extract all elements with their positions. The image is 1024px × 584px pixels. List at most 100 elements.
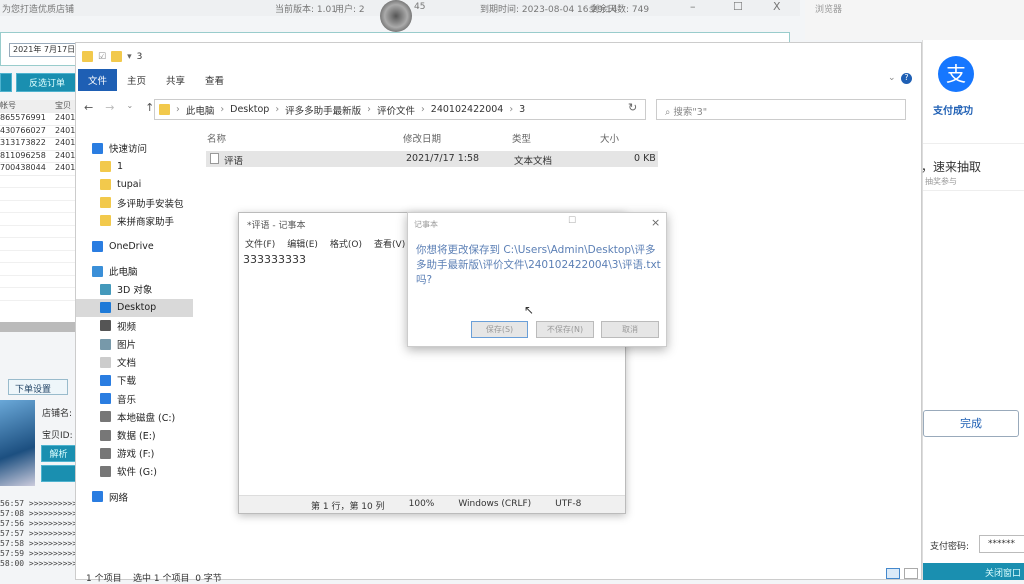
folder-icon: [100, 178, 111, 190]
nav-item[interactable]: 软件 (G:): [76, 462, 193, 480]
expand-ribbon-icon[interactable]: ⌄: [888, 73, 896, 83]
close-button[interactable]: X: [773, 0, 781, 13]
nav-item[interactable]: 多评助手安装包: [76, 194, 193, 212]
dialog-close-button[interactable]: ×: [651, 216, 660, 229]
breadcrumb-item[interactable]: 此电脑: [186, 103, 215, 117]
nav-item[interactable]: 图片: [76, 335, 193, 353]
maximize-icon: ☐: [568, 216, 577, 226]
table-row[interactable]: 811096258 2401: [0, 150, 76, 163]
ribbon-tab[interactable]: 共享: [156, 69, 195, 91]
menu-item[interactable]: 格式(O): [330, 237, 362, 250]
table-cell: 2401: [55, 113, 76, 122]
up-icon[interactable]: ↑: [145, 101, 154, 114]
chevron-right-icon: ›: [420, 104, 425, 115]
address-bar[interactable]: › 此电脑 › Desktop › 评多多助手最新版 › 评价文件 › 240102422004 ›…: [154, 99, 646, 120]
column-header[interactable]: 修改日期: [403, 131, 441, 145]
nav-item[interactable]: Desktop: [76, 298, 193, 317]
refresh-icon[interactable]: ↻: [628, 101, 637, 114]
details-view-icon[interactable]: [886, 568, 900, 579]
nav-item[interactable]: 3D 对象: [76, 280, 193, 298]
ribbon-tab[interactable]: 主页: [117, 69, 156, 91]
maximize-button[interactable]: ☐: [733, 0, 743, 13]
drive-icon: [100, 447, 111, 459]
column-header[interactable]: 名称: [207, 131, 226, 145]
nav-item[interactable]: 文档: [76, 353, 193, 371]
action-button[interactable]: [41, 465, 76, 482]
network-icon: [92, 491, 103, 503]
dont-save-button[interactable]: 不保存(N): [536, 321, 594, 338]
table-row[interactable]: 430766027 2401: [0, 125, 76, 138]
nav-item[interactable]: 音乐: [76, 390, 193, 408]
cancel-button[interactable]: 取消: [601, 321, 659, 338]
column-header[interactable]: 大小: [600, 131, 619, 145]
save-button[interactable]: 保存(S): [471, 321, 528, 338]
tab-order-settings[interactable]: 下单设置: [8, 379, 68, 395]
breadcrumb-item[interactable]: 评价文件: [377, 103, 415, 117]
table-row[interactable]: 313173822 2401: [0, 138, 76, 151]
breadcrumb-item[interactable]: 240102422004: [431, 104, 504, 115]
file-row[interactable]: 评语 2021/7/17 1:58 文本文档 0 KB: [206, 151, 658, 167]
menu-item[interactable]: 文件(F): [245, 237, 275, 250]
minimize-button[interactable]: –: [690, 0, 696, 13]
nav-item[interactable]: 下载: [76, 371, 193, 389]
nav-item[interactable]: 此电脑: [76, 262, 193, 280]
dropdown-icon[interactable]: ▾: [127, 52, 132, 62]
menu-item[interactable]: 查看(V): [374, 237, 405, 250]
nav-item[interactable]: tupai: [76, 175, 193, 193]
nav-item[interactable]: 1: [76, 157, 193, 175]
search-placeholder: 搜索"3": [673, 107, 708, 118]
forward-icon[interactable]: →: [105, 101, 114, 114]
table-cell: 700438044: [0, 163, 46, 172]
search-input[interactable]: ⌕ 搜索"3": [656, 99, 906, 120]
breadcrumb-item[interactable]: 3: [519, 104, 525, 115]
nav-item[interactable]: OneDrive: [76, 237, 193, 255]
ribbon-tab[interactable]: 查看: [195, 69, 234, 91]
drive-icon: [100, 429, 111, 441]
cube-icon: [100, 283, 111, 295]
nav-label: 视频: [117, 321, 137, 333]
ribbon-tab[interactable]: 文件: [78, 69, 118, 91]
done-button[interactable]: 完成: [923, 410, 1019, 437]
table-row[interactable]: 700438044 2401: [0, 163, 76, 176]
nav-item[interactable]: 来拼商家助手: [76, 212, 193, 230]
nav-label: 本地磁盘 (C:): [117, 412, 176, 424]
nav-label: 多评助手安装包: [117, 198, 184, 210]
nav-item[interactable]: 数据 (E:): [76, 426, 193, 444]
nav-item[interactable]: 网络: [76, 488, 193, 506]
new-folder-icon[interactable]: [111, 51, 123, 62]
picture-icon: [100, 338, 111, 350]
back-icon[interactable]: ←: [84, 101, 93, 114]
recent-icon[interactable]: ⌄: [126, 101, 133, 114]
table-cell: 811096258: [0, 150, 46, 160]
table-row[interactable]: 865576991 2401: [0, 113, 76, 126]
desktop-icon: [100, 302, 111, 314]
close-window-button[interactable]: 关闭窗口: [923, 563, 1024, 580]
properties-icon[interactable]: ☑: [98, 52, 106, 62]
nav-label: 游戏 (F:): [117, 449, 155, 461]
nav-item[interactable]: 本地磁盘 (C:): [76, 408, 193, 426]
nav-label: 音乐: [117, 394, 137, 406]
breadcrumb-item[interactable]: 评多多助手最新版: [285, 103, 361, 117]
large-icons-view-icon[interactable]: [904, 568, 918, 579]
text-area[interactable]: 333333333: [243, 253, 306, 266]
version: 当前版本: 1.01: [275, 5, 337, 15]
folder-icon: [82, 51, 93, 62]
password-input[interactable]: ******: [979, 535, 1024, 553]
nav-item[interactable]: 视频: [76, 317, 193, 335]
nav-label: OneDrive: [109, 240, 154, 252]
nav-item[interactable]: 快速访问: [76, 139, 193, 157]
window-title: 3: [136, 51, 143, 62]
table-cell: 2401: [55, 125, 76, 135]
payment-panel: 支 支付成功 ，速来抽取 抽奖参与 完成 支付密码: ****** 关闭窗口: [921, 40, 1024, 580]
parse-button[interactable]: 解析: [41, 445, 76, 462]
select-button[interactable]: [0, 73, 12, 92]
menu-item[interactable]: 编辑(E): [287, 237, 318, 250]
menu-bar: 文件(F) 编辑(E) 格式(O) 查看(V): [245, 237, 405, 250]
breadcrumb-item[interactable]: Desktop: [230, 104, 269, 115]
invert-order-button[interactable]: 反选订单: [16, 73, 78, 92]
empty-row: [0, 238, 76, 251]
help-icon[interactable]: ?: [901, 73, 912, 84]
nav-item[interactable]: 游戏 (F:): [76, 444, 193, 462]
column-header[interactable]: 类型: [512, 131, 531, 145]
scrollbar[interactable]: [0, 322, 76, 332]
